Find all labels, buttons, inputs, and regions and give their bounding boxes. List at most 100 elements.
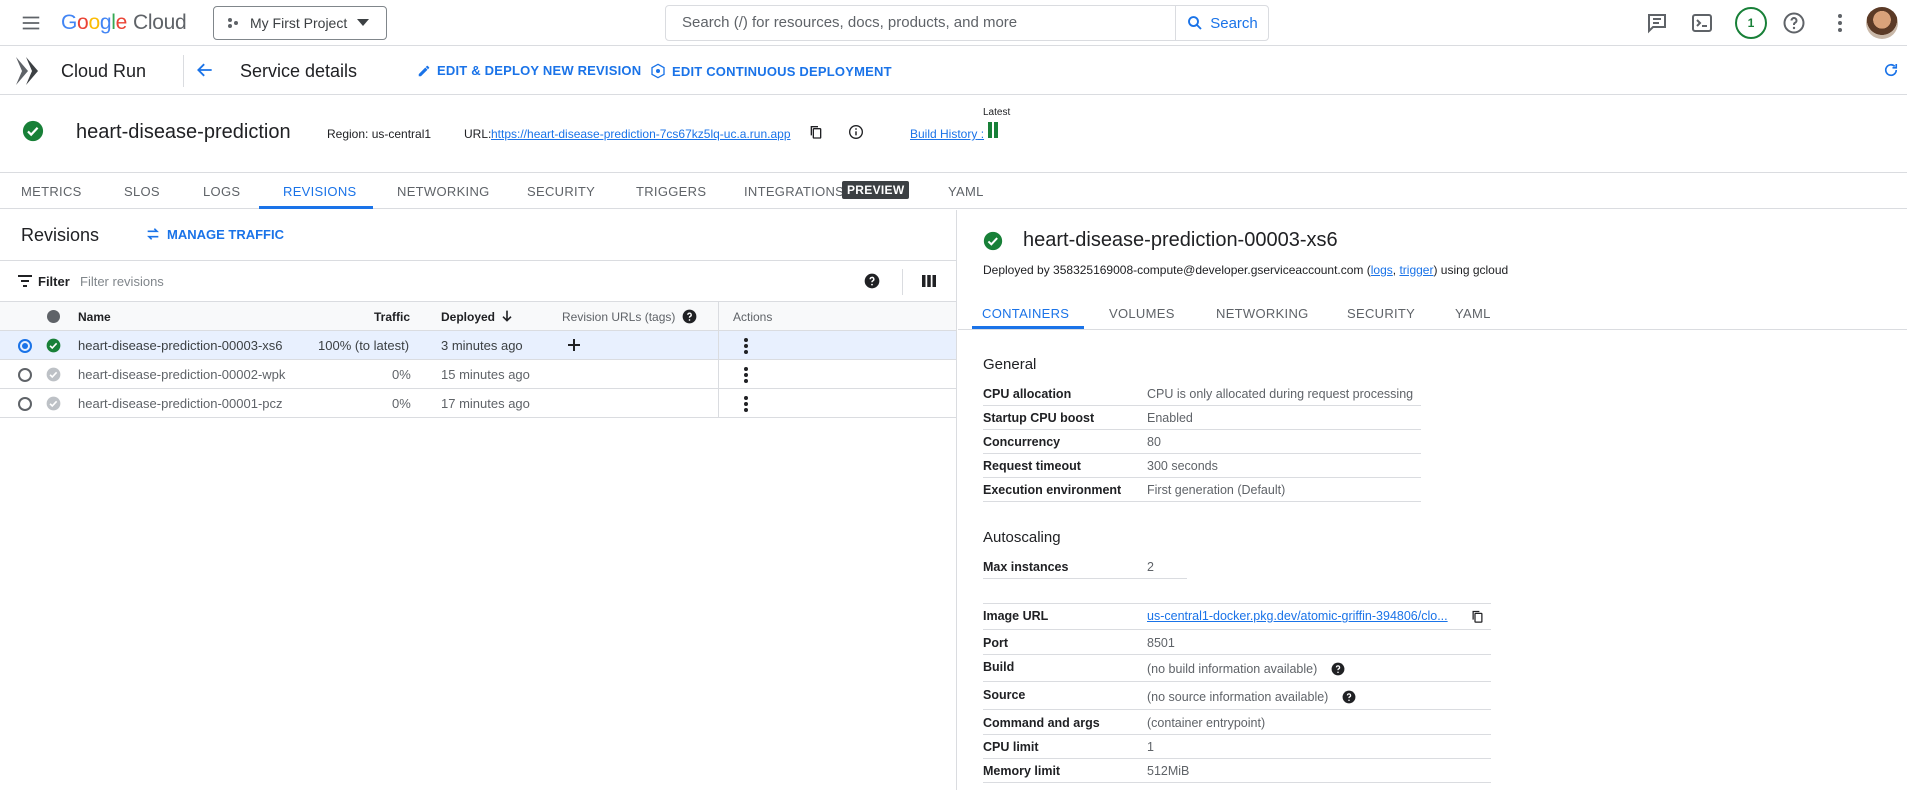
- field-value: 512MiB: [1147, 764, 1190, 778]
- tab-revisions[interactable]: REVISIONS: [283, 184, 357, 199]
- notifications-badge[interactable]: 1: [1735, 7, 1767, 39]
- help-icon[interactable]: [682, 309, 697, 324]
- column-name[interactable]: Name: [78, 310, 111, 324]
- edit-deploy-button[interactable]: EDIT & DEPLOY NEW REVISION: [417, 63, 641, 78]
- status-column-icon: [47, 310, 60, 323]
- field-label: Port: [983, 636, 1008, 650]
- field-value: 2: [1147, 560, 1154, 574]
- column-deployed[interactable]: Deployed: [441, 310, 495, 324]
- page-title: Service details: [240, 61, 358, 81]
- general-row-execution-environment: Execution environment First generation (…: [983, 478, 1421, 502]
- tab-security[interactable]: SECURITY: [527, 184, 595, 199]
- service-bar: Cloud Run Service details EDIT & DEPLOY …: [0, 47, 1907, 95]
- tab-logs[interactable]: LOGS: [203, 184, 240, 199]
- google-cloud-logo[interactable]: Google Cloud: [61, 11, 187, 35]
- field-value: Enabled: [1147, 411, 1193, 425]
- menu-icon[interactable]: [20, 12, 42, 34]
- filter-label[interactable]: Filter: [38, 274, 70, 289]
- back-arrow-icon[interactable]: [195, 60, 215, 80]
- row-radio[interactable]: [18, 397, 32, 411]
- tab-triggers[interactable]: TRIGGERS: [636, 184, 706, 199]
- help-icon[interactable]: [864, 273, 880, 289]
- service-url-link[interactable]: https://heart-disease-prediction-7cs67kz…: [491, 127, 791, 141]
- build-status-icon[interactable]: [988, 122, 998, 138]
- filter-input[interactable]: Filter revisions: [80, 274, 164, 289]
- tab-networking[interactable]: NETWORKING: [397, 184, 490, 199]
- tab-integrations[interactable]: INTEGRATIONS: [744, 184, 844, 199]
- more-vert-icon[interactable]: [738, 337, 754, 355]
- service-name: heart-disease-prediction: [76, 121, 291, 143]
- status-inactive-icon: [46, 396, 61, 411]
- search-bar[interactable]: Search (/) for resources, docs, products…: [665, 5, 1269, 41]
- container-row-source: Source (no source information available): [983, 683, 1491, 710]
- more-vert-icon[interactable]: [738, 395, 754, 413]
- field-value: (no source information available): [1147, 690, 1356, 704]
- logo-cloud-text: Cloud: [132, 11, 187, 34]
- field-label: Command and args: [983, 716, 1100, 730]
- tab-metrics[interactable]: METRICS: [21, 184, 82, 199]
- logs-link[interactable]: logs: [1371, 263, 1393, 277]
- cloud-shell-icon[interactable]: [1690, 11, 1714, 35]
- edit-continuous-deployment-button[interactable]: EDIT CONTINUOUS DEPLOYMENT: [650, 63, 892, 79]
- search-input[interactable]: Search (/) for resources, docs, products…: [666, 6, 1175, 40]
- table-row[interactable]: heart-disease-prediction-00002-wpk 0% 15…: [0, 360, 956, 389]
- source-value: (no source information available): [1147, 690, 1329, 704]
- tab-networking[interactable]: NETWORKING: [1216, 306, 1309, 321]
- filter-icon[interactable]: [17, 274, 33, 288]
- refresh-icon[interactable]: [1882, 61, 1900, 79]
- column-revision-urls[interactable]: Revision URLs (tags): [562, 310, 675, 324]
- help-icon[interactable]: [1782, 11, 1806, 35]
- revision-deployed: 15 minutes ago: [441, 367, 530, 382]
- field-value: 80: [1147, 435, 1161, 449]
- active-tab-indicator: [972, 326, 1084, 329]
- general-section-title: General: [983, 356, 1037, 373]
- row-radio[interactable]: [18, 339, 32, 353]
- image-url-link[interactable]: us-central1-docker.pkg.dev/atomic-griffi…: [1147, 609, 1448, 623]
- revision-tabs: CONTAINERS VOLUMES NETWORKING SECURITY Y…: [958, 296, 1907, 330]
- tab-security[interactable]: SECURITY: [1347, 306, 1415, 321]
- row-radio[interactable]: [18, 368, 32, 382]
- project-selector[interactable]: My First Project: [213, 6, 387, 40]
- status-ok-icon: [983, 231, 1003, 251]
- revision-name[interactable]: heart-disease-prediction-00002-wpk: [78, 367, 285, 382]
- service-tabs: METRICS SLOS LOGS REVISIONS NETWORKING S…: [0, 174, 1907, 209]
- info-icon[interactable]: [848, 124, 864, 140]
- manage-traffic-button[interactable]: MANAGE TRAFFIC: [145, 226, 284, 242]
- tab-yaml[interactable]: YAML: [1455, 306, 1491, 321]
- copy-icon[interactable]: [808, 124, 824, 140]
- top-bar: Google Cloud My First Project Search (/) …: [0, 0, 1907, 46]
- tab-containers[interactable]: CONTAINERS: [982, 306, 1069, 321]
- field-label: Request timeout: [983, 459, 1081, 473]
- tab-yaml[interactable]: YAML: [948, 184, 984, 199]
- column-traffic[interactable]: Traffic: [374, 310, 410, 324]
- revision-name[interactable]: heart-disease-prediction-00003-xs6: [78, 338, 283, 353]
- url-label: URL:: [464, 127, 492, 141]
- help-icon[interactable]: [1342, 690, 1356, 704]
- revision-traffic: 100% (to latest): [318, 338, 410, 353]
- add-tag-icon[interactable]: [567, 338, 581, 352]
- build-history-link[interactable]: Build History :: [910, 127, 984, 141]
- service-region: Region: us-central1: [327, 127, 432, 141]
- table-row[interactable]: heart-disease-prediction-00003-xs6 100% …: [0, 331, 956, 360]
- search-button[interactable]: Search: [1175, 6, 1268, 40]
- column-actions: Actions: [733, 310, 773, 324]
- more-vert-icon[interactable]: [1828, 11, 1852, 35]
- preview-badge: PREVIEW: [842, 181, 910, 199]
- app-name: Cloud Run: [61, 61, 147, 81]
- trigger-link[interactable]: trigger: [1399, 263, 1433, 277]
- table-row[interactable]: heart-disease-prediction-00001-pcz 0% 17…: [0, 389, 956, 418]
- avatar[interactable]: [1866, 7, 1898, 39]
- tab-slos[interactable]: SLOS: [124, 184, 160, 199]
- revision-name[interactable]: heart-disease-prediction-00001-pcz: [78, 396, 283, 411]
- copy-icon[interactable]: [1470, 609, 1485, 624]
- active-tab-indicator: [259, 206, 373, 209]
- help-icon[interactable]: [1331, 662, 1345, 676]
- feedback-icon[interactable]: [1645, 11, 1669, 35]
- arrow-down-icon[interactable]: [499, 308, 515, 324]
- more-vert-icon[interactable]: [738, 366, 754, 384]
- tab-volumes[interactable]: VOLUMES: [1109, 306, 1175, 321]
- column-display-icon[interactable]: [921, 273, 937, 289]
- status-inactive-icon: [46, 367, 61, 382]
- search-button-label: Search: [1210, 14, 1258, 32]
- build-history-label: Build History: [910, 127, 978, 141]
